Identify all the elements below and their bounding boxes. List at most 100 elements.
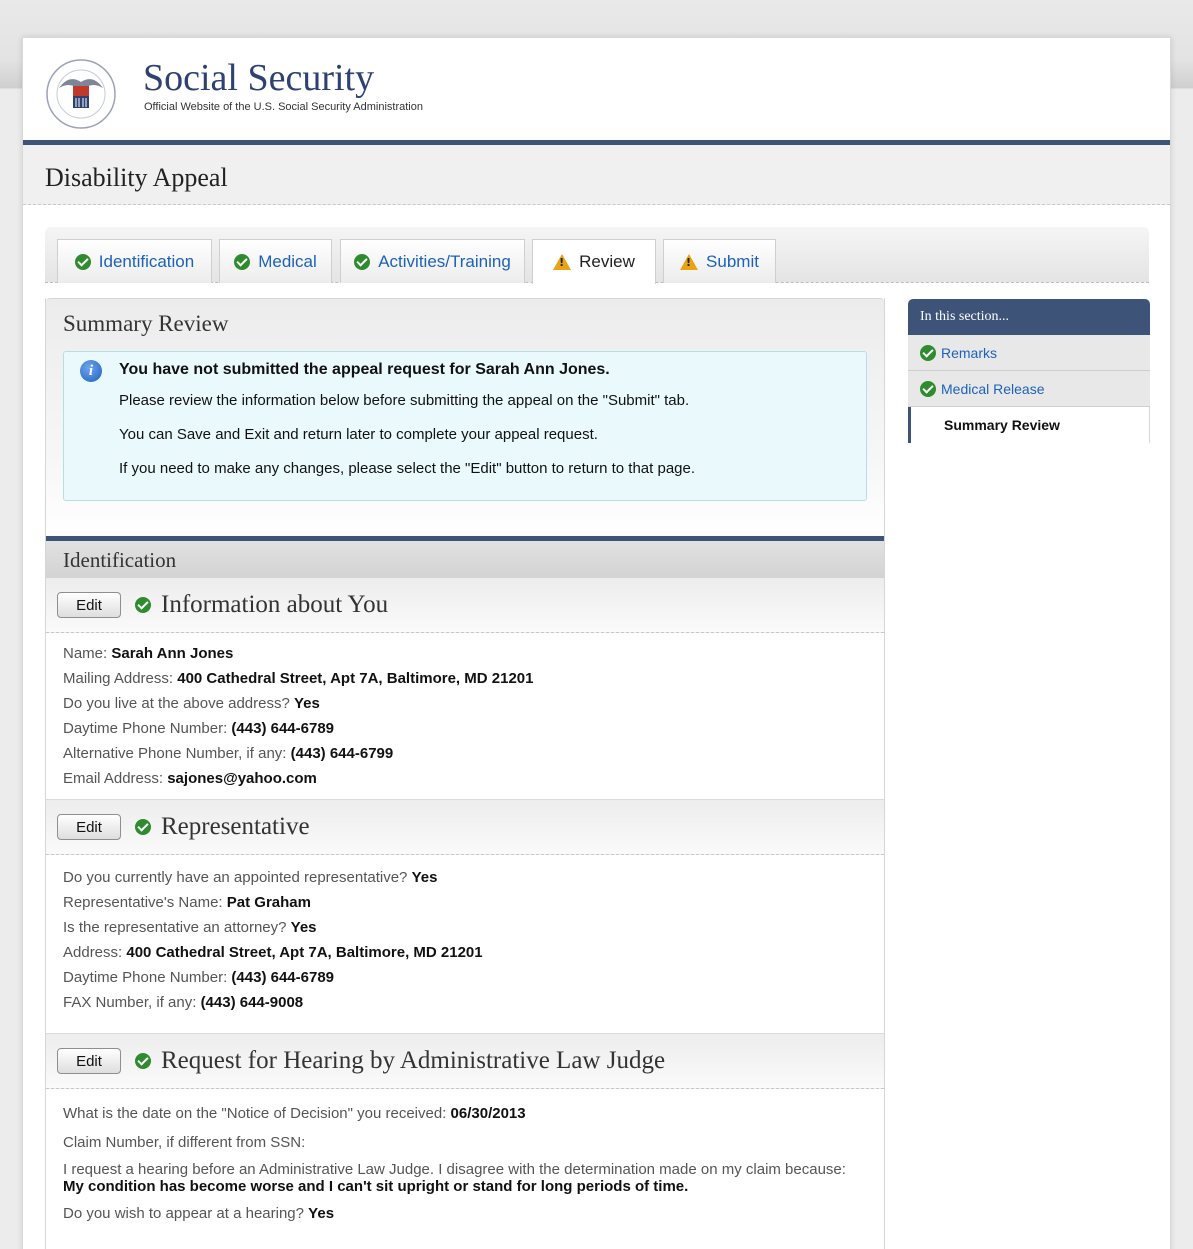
field-value: 400 Cathedral Street, Apt 7A, Baltimore,… — [126, 944, 483, 961]
info-notice: i You have not submitted the appeal requ… — [63, 351, 867, 501]
field-label: Representative's Name: — [63, 894, 223, 911]
representative-title: Representative — [161, 813, 310, 840]
sidebar-item-remarks[interactable]: Remarks — [908, 335, 1150, 371]
check-circle-icon — [920, 380, 936, 397]
field-label: Mailing Address: — [63, 670, 174, 687]
page-title: Disability Appeal — [45, 163, 228, 192]
field-label: Alternative Phone Number, if any: — [63, 745, 287, 762]
check-circle-icon — [135, 819, 151, 835]
field-value: My condition has become worse and I can'… — [63, 1178, 689, 1195]
sidebar-item-medical-release[interactable]: Medical Release — [908, 371, 1150, 407]
tab-label: Activities/Training — [378, 251, 511, 271]
representative-header: Edit Representative — [46, 800, 884, 855]
detail-row: I request a hearing before an Administra… — [63, 1161, 863, 1195]
detail-row: Claim Number, if different from SSN: — [63, 1132, 884, 1153]
field-value: (443) 644-9008 — [200, 994, 304, 1011]
notice-line: If you need to make any changes, please … — [119, 460, 696, 477]
site-title[interactable]: Social Security — [143, 56, 374, 100]
field-label: Name: — [63, 645, 108, 662]
field-label: What is the date on the "Notice of Decis… — [63, 1105, 447, 1122]
field-value: (443) 644-6799 — [290, 745, 394, 762]
field-label: Is the representative an attorney? — [63, 919, 287, 936]
field-value: Yes — [290, 919, 317, 936]
notice-line: You can Save and Exit and return later t… — [119, 426, 598, 443]
identification-group-heading: Identification — [46, 536, 884, 578]
summary-heading: Summary Review — [63, 311, 229, 336]
detail-row: Address: 400 Cathedral Street, Apt 7A, B… — [63, 940, 884, 965]
check-circle-icon — [135, 597, 151, 613]
field-label: I request a hearing before an Administra… — [63, 1161, 846, 1178]
warning-icon — [680, 253, 699, 270]
site-subtitle: Official Website of the U.S. Social Secu… — [144, 101, 423, 113]
edit-representative-button[interactable]: Edit — [57, 814, 121, 840]
tab-identification[interactable]: Identification — [57, 239, 212, 283]
tab-medical[interactable]: Medical — [219, 239, 332, 283]
detail-row: Email Address: sajones@yahoo.com — [63, 766, 884, 791]
detail-row: Alternative Phone Number, if any: (443) … — [63, 741, 884, 766]
field-label: Claim Number, if different from SSN: — [63, 1134, 306, 1151]
field-value: Pat Graham — [226, 894, 311, 911]
sidebar-item-label: Remarks — [941, 344, 998, 361]
field-label: FAX Number, if any: — [63, 994, 197, 1011]
sidebar-heading: In this section... — [908, 299, 1150, 335]
detail-row: Do you live at the above address? Yes — [63, 691, 884, 716]
tab-label: Medical — [258, 251, 317, 271]
field-value: (443) 644-6789 — [231, 720, 334, 737]
sidebar-item-summary-review[interactable]: Summary Review — [908, 407, 1150, 443]
detail-row: What is the date on the "Notice of Decis… — [63, 1103, 884, 1124]
tab-label: Review — [579, 252, 635, 271]
field-value: Yes — [411, 869, 438, 886]
detail-row: Is the representative an attorney? Yes — [63, 915, 884, 940]
detail-row: FAX Number, if any: (443) 644-9008 — [63, 990, 884, 1015]
summary-review-section: Summary Review i You have not submitted … — [46, 298, 884, 536]
hearing-header: Edit Request for Hearing by Administrati… — [46, 1034, 884, 1089]
detail-row: Mailing Address: 400 Cathedral Street, A… — [63, 666, 884, 691]
detail-row: Representative's Name: Pat Graham — [63, 890, 884, 915]
field-label: Address: — [63, 944, 123, 961]
tab-label: Submit — [706, 251, 759, 271]
check-circle-icon — [74, 253, 91, 270]
tab-review[interactable]: Review — [532, 239, 656, 284]
detail-row: Do you wish to appear at a hearing? Yes — [63, 1203, 884, 1224]
tab-activities-training[interactable]: Activities/Training — [340, 239, 525, 283]
main-content: Summary Review i You have not submitted … — [45, 298, 885, 1249]
site-header: Social Security Official Website of the … — [23, 38, 1170, 145]
tab-label: Identification — [98, 251, 195, 271]
representative-details: Do you currently have an appointed repre… — [46, 855, 884, 1034]
hearing-details: What is the date on the "Notice of Decis… — [46, 1089, 884, 1240]
check-circle-icon — [234, 253, 251, 270]
check-circle-icon — [920, 344, 936, 361]
sidebar-item-label: Medical Release — [941, 380, 1045, 397]
about-you-details: Name: Sarah Ann Jones Mailing Address: 4… — [46, 633, 884, 800]
detail-row: Daytime Phone Number: (443) 644-6789 — [63, 965, 884, 990]
field-value: Yes — [308, 1205, 335, 1222]
field-label: Daytime Phone Number: — [63, 720, 228, 737]
field-value: Sarah Ann Jones — [111, 645, 234, 662]
about-you-title: Information about You — [161, 591, 389, 618]
hearing-title: Request for Hearing by Administrative La… — [161, 1047, 666, 1074]
warning-icon — [553, 254, 572, 270]
section-sidebar: In this section... Remarks Medical Relea… — [908, 299, 1150, 443]
field-value: (443) 644-6789 — [231, 969, 334, 986]
detail-row: Daytime Phone Number: (443) 644-6789 — [63, 716, 884, 741]
notice-title: You have not submitted the appeal reques… — [119, 361, 610, 378]
edit-about-you-button[interactable]: Edit — [57, 592, 121, 618]
field-value: sajones@yahoo.com — [167, 770, 317, 787]
about-you-header: Edit Information about You — [46, 578, 884, 633]
field-label: Daytime Phone Number: — [63, 969, 228, 986]
check-circle-icon — [135, 1053, 151, 1069]
page-title-bar: Disability Appeal — [23, 145, 1170, 205]
sidebar-item-label: Summary Review — [944, 417, 1060, 433]
notice-line: Please review the information below befo… — [119, 392, 690, 409]
field-value: 400 Cathedral Street, Apt 7A, Baltimore,… — [177, 670, 534, 687]
edit-hearing-button[interactable]: Edit — [57, 1048, 121, 1074]
field-value: 06/30/2013 — [450, 1105, 526, 1122]
tab-submit[interactable]: Submit — [663, 239, 776, 283]
ssa-seal-logo[interactable] — [45, 58, 117, 130]
tab-strip: Identification Medical Activities/Traini… — [45, 227, 1149, 284]
detail-row: Name: Sarah Ann Jones — [63, 641, 884, 666]
check-circle-icon — [354, 253, 371, 270]
field-value: Yes — [293, 695, 320, 712]
field-label: Do you live at the above address? — [63, 695, 290, 712]
field-label: Email Address: — [63, 770, 164, 787]
